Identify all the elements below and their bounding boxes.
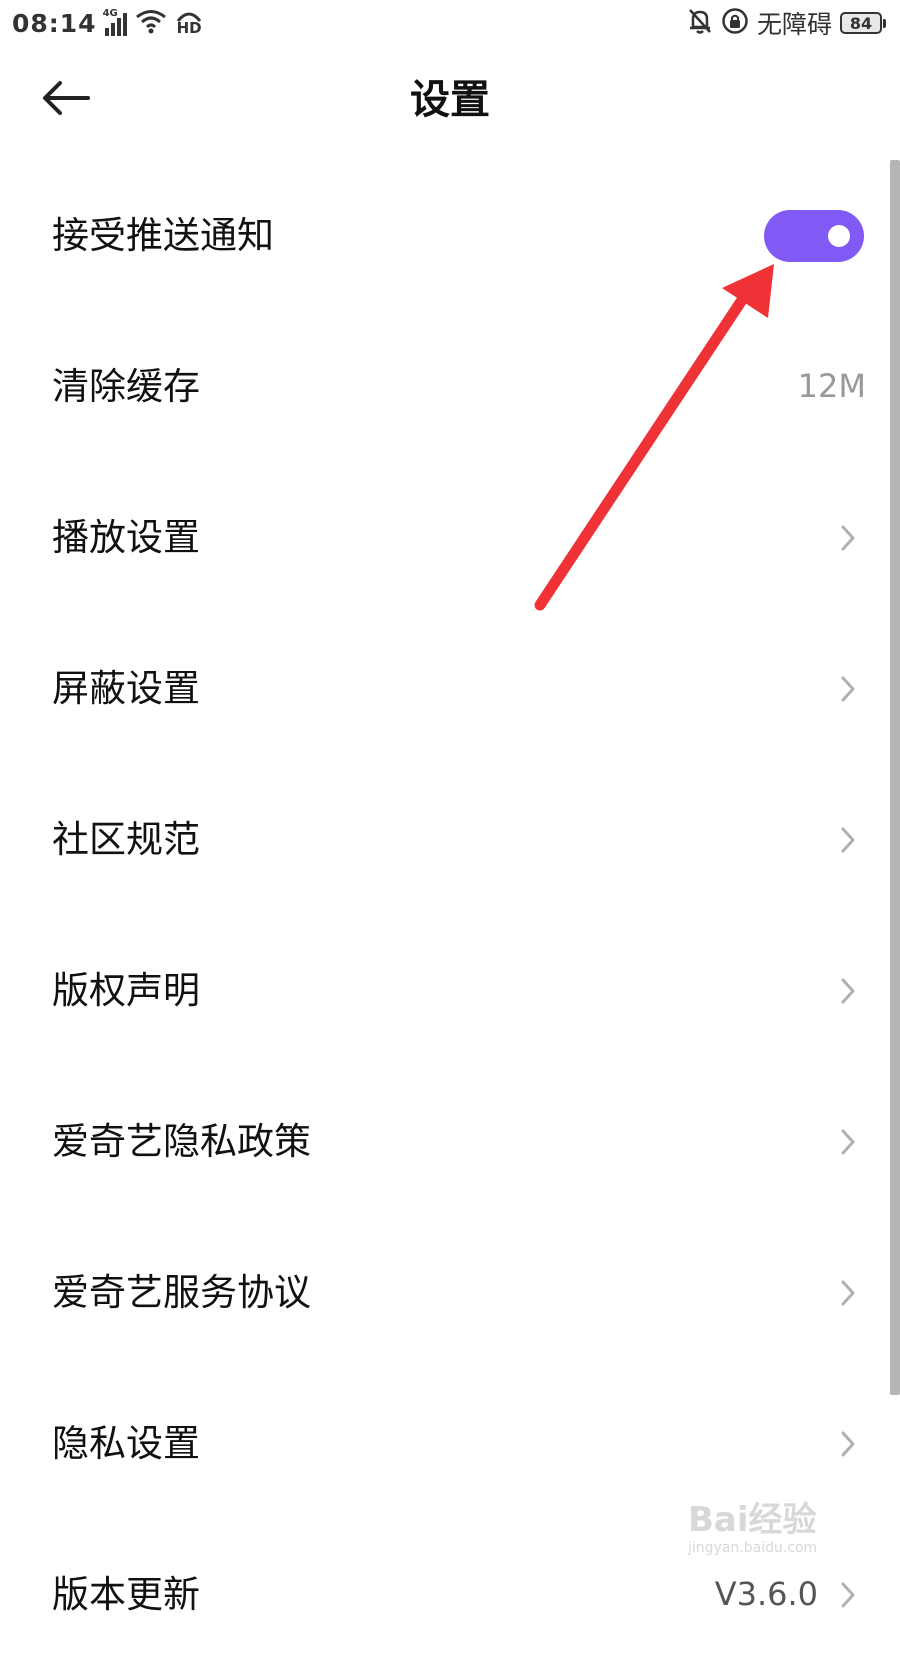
signal-icon: 4G [102, 8, 127, 36]
hd-badge: HD [176, 19, 202, 37]
settings-row-label: 版权声明 [52, 969, 200, 1012]
settings-row-label: 爱奇艺服务协议 [52, 1271, 311, 1314]
page-title: 设置 [410, 77, 490, 123]
settings-row-label: 屏蔽设置 [52, 667, 200, 710]
status-time: 08:14 [12, 8, 97, 38]
cache-size-value: 12M [797, 367, 866, 405]
settings-row-label: 接受推送通知 [52, 214, 274, 257]
status-bar: 08:14 4G HD 无障碍 84 [0, 0, 900, 46]
settings-row-clear-cache[interactable]: 清除缓存 12M [0, 311, 900, 462]
settings-row-service-agreement[interactable]: 爱奇艺服务协议 [0, 1217, 900, 1368]
wifi-icon [135, 8, 167, 38]
settings-row-push-notifications[interactable]: 接受推送通知 [0, 160, 900, 311]
bell-muted-icon [687, 7, 713, 39]
settings-row-label: 清除缓存 [52, 365, 200, 408]
battery-icon: 84 [840, 12, 886, 34]
settings-row-playback[interactable]: 播放设置 [0, 462, 900, 613]
version-value: V3.6.0 [714, 1575, 818, 1613]
back-button[interactable] [34, 72, 96, 128]
arrow-left-icon [40, 80, 90, 120]
chevron-right-icon [841, 1129, 855, 1155]
settings-row-label: 隐私设置 [52, 1422, 200, 1465]
settings-row-community-guidelines[interactable]: 社区规范 [0, 764, 900, 915]
network-badge: 4G [102, 8, 118, 19]
settings-row-label: 爱奇艺隐私政策 [52, 1120, 311, 1163]
scrollbar-thumb[interactable] [890, 160, 900, 1395]
lock-rotation-icon [721, 7, 749, 39]
chevron-right-icon [841, 978, 855, 1004]
chevron-right-icon [841, 676, 855, 702]
status-left: 08:14 4G HD [12, 8, 203, 38]
chevron-right-icon [841, 525, 855, 551]
settings-row-copyright[interactable]: 版权声明 [0, 915, 900, 1066]
settings-row-label: 版本更新 [52, 1573, 200, 1616]
status-right: 无障碍 84 [687, 5, 886, 41]
settings-row-privacy-settings[interactable]: 隐私设置 [0, 1368, 900, 1519]
settings-row-privacy-policy[interactable]: 爱奇艺隐私政策 [0, 1066, 900, 1217]
accessibility-text: 无障碍 [756, 10, 832, 39]
push-notifications-toggle[interactable] [764, 210, 864, 262]
settings-list: 接受推送通知 清除缓存 12M 播放设置 屏蔽设置 社区规范 版权声明 爱奇艺隐… [0, 160, 900, 1670]
settings-row-label: 社区规范 [52, 818, 200, 861]
settings-row-version-update[interactable]: 版本更新 V3.6.0 [0, 1519, 900, 1670]
toggle-knob [828, 225, 850, 247]
settings-row-label: 播放设置 [52, 516, 200, 559]
chevron-right-icon [841, 1431, 855, 1457]
chevron-right-icon [841, 1582, 855, 1608]
chevron-right-icon [841, 1280, 855, 1306]
scrollbar[interactable] [890, 160, 900, 1600]
chevron-right-icon [841, 827, 855, 853]
header: 设置 [0, 50, 900, 150]
battery-level: 84 [840, 12, 882, 34]
hd-voice-icon: HD [175, 10, 203, 37]
settings-row-block[interactable]: 屏蔽设置 [0, 613, 900, 764]
